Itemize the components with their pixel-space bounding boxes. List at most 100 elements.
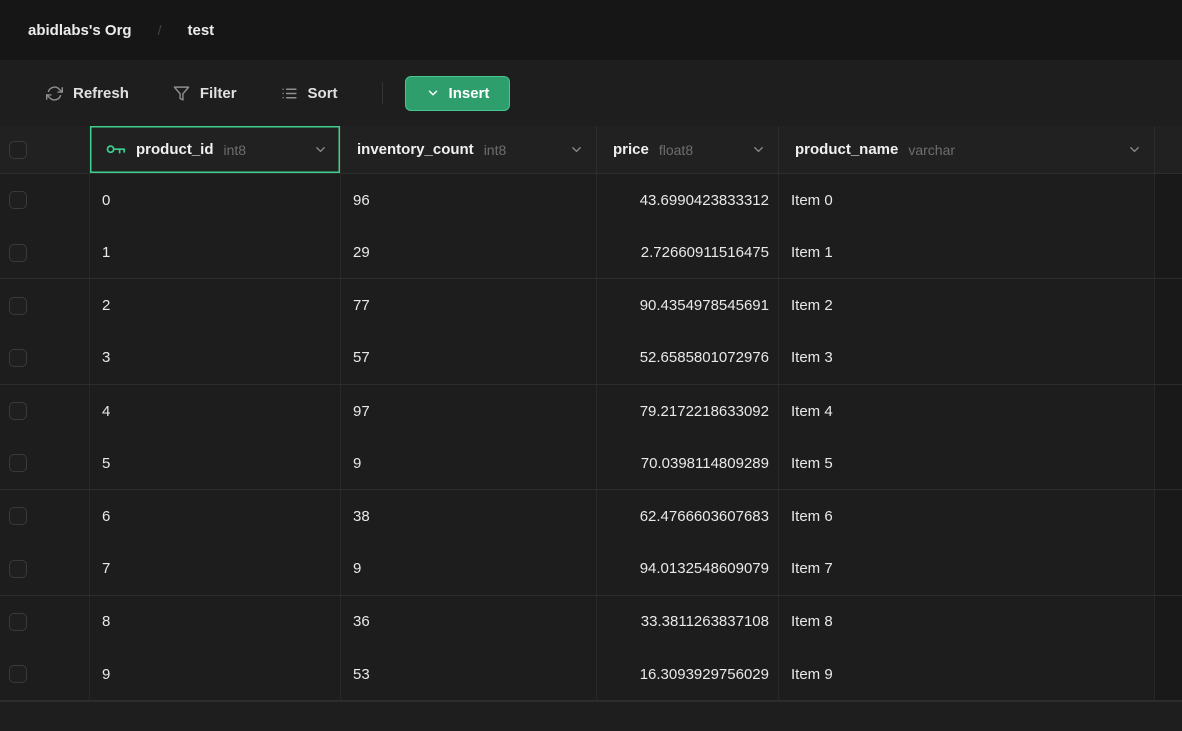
header-filler	[1155, 126, 1182, 173]
table-row: 6 38 62.4766603607683 Item 6	[0, 490, 1182, 543]
row-checkbox[interactable]	[9, 665, 27, 683]
row-select-cell	[0, 279, 90, 332]
cell-product-id[interactable]: 5	[90, 437, 341, 489]
table-row: 8 36 33.3811263837108 Item 8	[0, 596, 1182, 649]
row-checkbox[interactable]	[9, 560, 27, 578]
column-header-inventory-count[interactable]: inventory_count int8	[341, 126, 597, 173]
column-header-product-id[interactable]: product_id int8	[90, 126, 341, 173]
cell-price[interactable]: 16.3093929756029	[597, 648, 779, 700]
column-type: int8	[484, 142, 507, 158]
cell-product-name[interactable]: Item 4	[779, 385, 1155, 438]
chevron-down-icon	[426, 86, 440, 100]
cell-product-id[interactable]: 6	[90, 490, 341, 543]
cell-product-name[interactable]: Item 2	[779, 279, 1155, 332]
cell-inventory-count[interactable]: 53	[341, 648, 597, 700]
row-checkbox[interactable]	[9, 613, 27, 631]
table-row: 1 29 2.72660911516475 Item 1	[0, 227, 1182, 280]
breadcrumb-project[interactable]: test	[187, 22, 214, 39]
row-select-cell	[0, 648, 90, 700]
cell-inventory-count[interactable]: 9	[341, 437, 597, 489]
insert-label: Insert	[449, 85, 490, 102]
refresh-button[interactable]: Refresh	[36, 77, 139, 110]
refresh-icon	[46, 85, 63, 102]
cell-product-id[interactable]: 3	[90, 332, 341, 384]
column-name: product_id	[136, 141, 214, 158]
cell-product-name[interactable]: Item 6	[779, 490, 1155, 543]
cell-product-id[interactable]: 4	[90, 385, 341, 438]
cell-product-name[interactable]: Item 1	[779, 227, 1155, 279]
row-select-cell	[0, 227, 90, 279]
cell-inventory-count[interactable]: 9	[341, 543, 597, 595]
chevron-down-icon[interactable]	[313, 142, 332, 157]
sort-button[interactable]: Sort	[271, 77, 348, 110]
cell-product-name[interactable]: Item 8	[779, 596, 1155, 649]
row-checkbox[interactable]	[9, 507, 27, 525]
top-bar: abidlabs's Org / test	[0, 0, 1182, 60]
row-checkbox[interactable]	[9, 349, 27, 367]
breadcrumb-org[interactable]: abidlabs's Org	[28, 22, 132, 39]
row-filler	[1155, 332, 1182, 384]
refresh-label: Refresh	[73, 85, 129, 102]
cell-product-id[interactable]: 7	[90, 543, 341, 595]
cell-product-id[interactable]: 2	[90, 279, 341, 332]
row-checkbox[interactable]	[9, 297, 27, 315]
row-select-cell	[0, 174, 90, 227]
cell-product-name[interactable]: Item 9	[779, 648, 1155, 700]
cell-inventory-count[interactable]: 57	[341, 332, 597, 384]
cell-product-id[interactable]: 9	[90, 648, 341, 700]
cell-product-id[interactable]: 1	[90, 227, 341, 279]
row-checkbox[interactable]	[9, 244, 27, 262]
column-header-product-name[interactable]: product_name varchar	[779, 126, 1155, 173]
row-filler	[1155, 543, 1182, 595]
cell-inventory-count[interactable]: 38	[341, 490, 597, 543]
column-name: product_name	[795, 141, 898, 158]
cell-price[interactable]: 90.4354978545691	[597, 279, 779, 332]
cell-product-name[interactable]: Item 3	[779, 332, 1155, 384]
select-all-checkbox[interactable]	[9, 141, 27, 159]
cell-price[interactable]: 70.0398114809289	[597, 437, 779, 489]
row-filler	[1155, 596, 1182, 649]
row-filler	[1155, 437, 1182, 489]
select-all-cell	[0, 126, 90, 173]
row-select-cell	[0, 490, 90, 543]
chevron-down-icon[interactable]	[1127, 142, 1146, 157]
insert-button[interactable]: Insert	[405, 76, 511, 111]
data-grid: product_id int8 inventory_count int8 pri…	[0, 126, 1182, 701]
cell-product-id[interactable]: 8	[90, 596, 341, 649]
breadcrumb-separator: /	[158, 22, 162, 38]
filter-button[interactable]: Filter	[163, 77, 247, 110]
cell-price[interactable]: 62.4766603607683	[597, 490, 779, 543]
column-header-price[interactable]: price float8	[597, 126, 779, 173]
cell-product-name[interactable]: Item 7	[779, 543, 1155, 595]
cell-price[interactable]: 2.72660911516475	[597, 227, 779, 279]
chevron-down-icon[interactable]	[751, 142, 770, 157]
row-filler	[1155, 490, 1182, 543]
row-filler	[1155, 279, 1182, 332]
list-icon	[281, 85, 298, 102]
chevron-down-icon[interactable]	[569, 142, 588, 157]
column-name: inventory_count	[357, 141, 474, 158]
sort-label: Sort	[308, 85, 338, 102]
cell-product-name[interactable]: Item 5	[779, 437, 1155, 489]
cell-inventory-count[interactable]: 77	[341, 279, 597, 332]
row-checkbox[interactable]	[9, 402, 27, 420]
cell-inventory-count[interactable]: 36	[341, 596, 597, 649]
grid-body: 0 96 43.6990423833312 Item 0 1 29 2.7266…	[0, 174, 1182, 701]
cell-inventory-count[interactable]: 29	[341, 227, 597, 279]
column-type: float8	[659, 142, 693, 158]
cell-inventory-count[interactable]: 96	[341, 174, 597, 227]
row-select-cell	[0, 596, 90, 649]
table-editor-app: abidlabs's Org / test Refresh Filter	[0, 0, 1182, 731]
cell-inventory-count[interactable]: 97	[341, 385, 597, 438]
row-checkbox[interactable]	[9, 191, 27, 209]
cell-price[interactable]: 94.0132548609079	[597, 543, 779, 595]
row-select-cell	[0, 437, 90, 489]
cell-product-name[interactable]: Item 0	[779, 174, 1155, 227]
row-checkbox[interactable]	[9, 454, 27, 472]
cell-price[interactable]: 52.6585801072976	[597, 332, 779, 384]
cell-product-id[interactable]: 0	[90, 174, 341, 227]
table-row: 2 77 90.4354978545691 Item 2	[0, 279, 1182, 332]
cell-price[interactable]: 43.6990423833312	[597, 174, 779, 227]
cell-price[interactable]: 33.3811263837108	[597, 596, 779, 649]
cell-price[interactable]: 79.2172218633092	[597, 385, 779, 438]
